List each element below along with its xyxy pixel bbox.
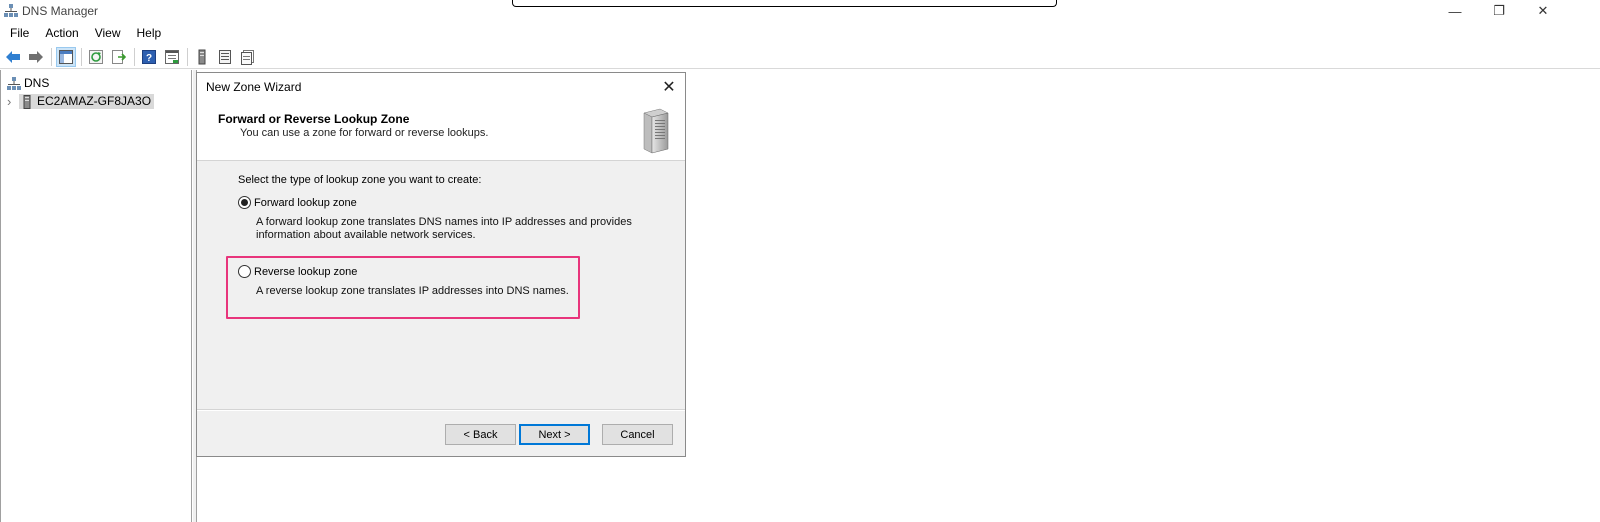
back-arrow-icon: [6, 50, 20, 63]
reverse-lookup-description: A reverse lookup zone translates IP addr…: [256, 285, 569, 297]
server-icon: [198, 49, 206, 64]
help-icon: ?: [142, 49, 156, 64]
close-window-button[interactable]: ✕: [1520, 0, 1566, 22]
wizard-page-heading: Forward or Reverse Lookup Zone: [218, 112, 410, 126]
forward-lookup-zone-option[interactable]: Forward lookup zone: [238, 196, 357, 209]
filter-icon: [241, 49, 254, 65]
menu-action[interactable]: Action: [39, 23, 84, 43]
dns-root-icon: [7, 76, 21, 90]
toolbar: ?: [0, 45, 1600, 69]
dns-manager-icon: [4, 4, 18, 17]
window-title: DNS Manager: [22, 4, 99, 18]
forward-lookup-description-line-1: A forward lookup zone translates DNS nam…: [256, 216, 632, 228]
dialog-title-bar: New Zone Wizard ✕: [197, 73, 685, 101]
dialog-title: New Zone Wizard: [206, 80, 302, 94]
close-icon: ✕: [662, 79, 676, 96]
forward-lookup-description-line-2: information about available network serv…: [256, 229, 476, 241]
forward-lookup-label[interactable]: Forward lookup zone: [254, 197, 357, 209]
server-button[interactable]: [192, 47, 212, 67]
close-icon: ✕: [1537, 3, 1549, 18]
svg-text:?: ?: [146, 53, 152, 64]
restore-button[interactable]: ❐: [1476, 0, 1522, 22]
properties-icon: [165, 49, 179, 64]
zone-type-prompt: Select the type of lookup zone you want …: [238, 174, 482, 186]
toolbar-separator: [187, 47, 188, 66]
radio-selected-dot: [241, 199, 248, 206]
forward-arrow-icon: [29, 50, 43, 63]
toolbar-separator: [134, 47, 135, 66]
tree-label-dns: DNS: [24, 76, 50, 90]
server-name: EC2AMAZ-GF8JA3O: [37, 94, 152, 108]
new-zone-wizard-dialog: New Zone Wizard ✕ Forward or Reverse Loo…: [196, 72, 686, 457]
refresh-button[interactable]: [86, 47, 106, 67]
back-button[interactable]: < Back: [445, 424, 516, 445]
console-tree: DNS › EC2AMAZ-GF8JA3O: [0, 70, 192, 522]
footer-divider-highlight: [197, 410, 685, 411]
menu-file[interactable]: File: [4, 23, 35, 43]
next-button[interactable]: Next >: [519, 424, 590, 445]
properties-button[interactable]: [162, 47, 182, 67]
wizard-page-subheading: You can use a zone for forward or revers…: [240, 127, 489, 139]
server-tower-icon: [643, 108, 669, 154]
dialog-close-button[interactable]: ✕: [659, 77, 679, 97]
tree-label-server: EC2AMAZ-GF8JA3O: [19, 94, 155, 109]
expand-chevron-icon[interactable]: ›: [7, 94, 19, 109]
menu-bar: File Action View Help: [0, 23, 1600, 43]
reverse-lookup-label[interactable]: Reverse lookup zone: [254, 266, 357, 278]
minimize-icon: —: [1448, 3, 1462, 19]
list-view-button[interactable]: [215, 47, 235, 67]
export-list-icon: [112, 49, 126, 64]
menu-view[interactable]: View: [89, 23, 127, 43]
toolbar-separator: [81, 47, 82, 66]
minimize-button[interactable]: —: [1432, 0, 1478, 22]
wizard-body: Select the type of lookup zone you want …: [197, 162, 685, 408]
window-drag-handle[interactable]: [512, 0, 1057, 7]
menu-help[interactable]: Help: [131, 23, 168, 43]
toolbar-separator: [51, 47, 52, 66]
export-list-button[interactable]: [109, 47, 129, 67]
server-icon: [23, 94, 31, 109]
restore-icon: ❐: [1493, 3, 1505, 18]
wizard-header: Forward or Reverse Lookup Zone You can u…: [197, 101, 685, 161]
list-icon: [219, 49, 231, 64]
refresh-icon: [89, 49, 103, 64]
forward-button[interactable]: [26, 47, 46, 67]
back-button[interactable]: [3, 47, 23, 67]
reverse-lookup-radio[interactable]: [238, 265, 251, 278]
show-hide-console-tree-icon: [59, 49, 73, 64]
forward-lookup-radio[interactable]: [238, 196, 251, 209]
filter-button[interactable]: [238, 47, 258, 67]
title-bar: DNS Manager — ❐ ✕: [0, 0, 1600, 23]
cancel-button[interactable]: Cancel: [602, 424, 673, 445]
reverse-lookup-zone-option[interactable]: Reverse lookup zone: [238, 265, 357, 278]
tree-item-server[interactable]: › EC2AMAZ-GF8JA3O: [7, 93, 155, 110]
show-hide-console-tree-button[interactable]: [56, 46, 76, 67]
tree-item-dns[interactable]: DNS: [7, 75, 52, 92]
help-button[interactable]: ?: [139, 47, 159, 67]
